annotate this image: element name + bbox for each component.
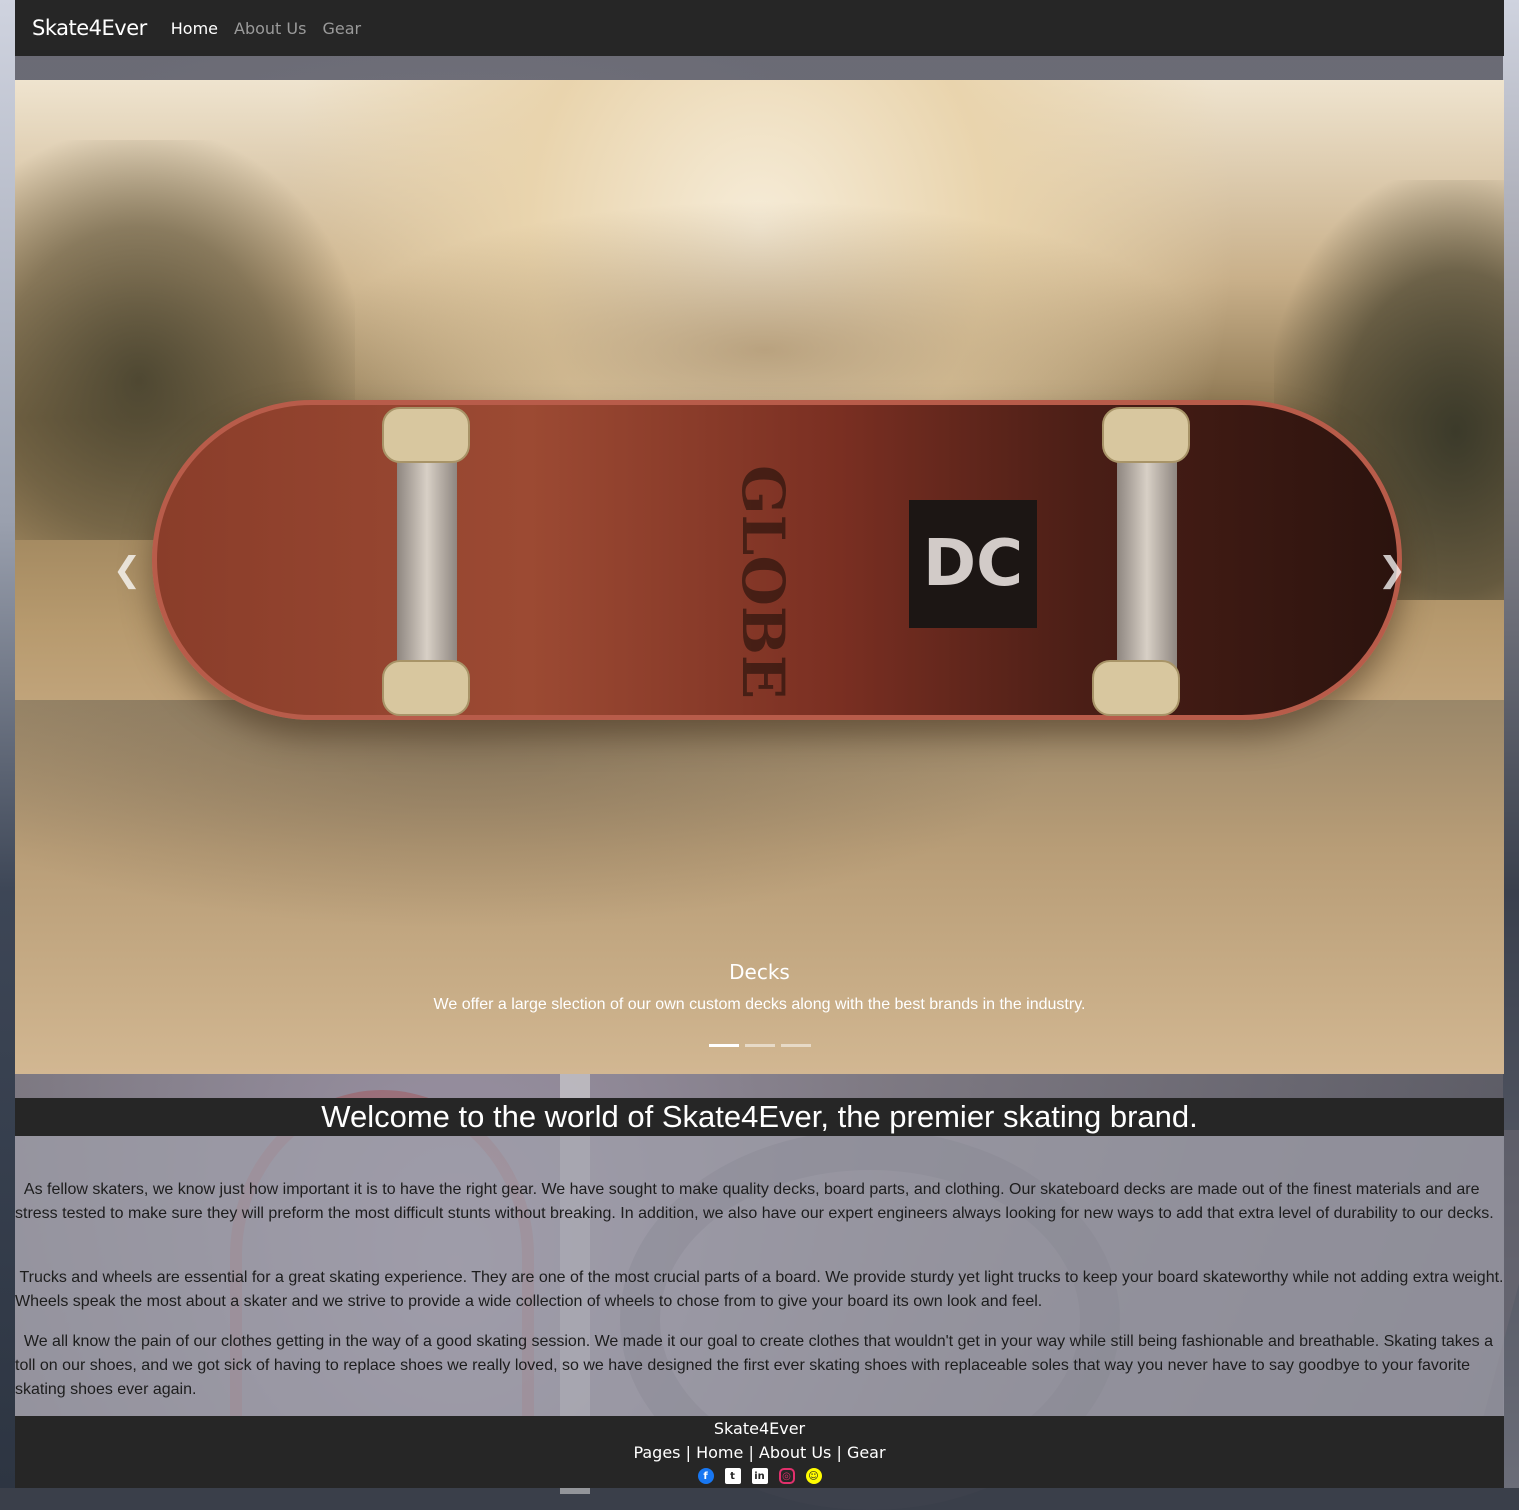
- welcome-heading: Welcome to the world of Skate4Ever, the …: [15, 1098, 1504, 1136]
- background-edge-left: [0, 0, 15, 1488]
- skateboard-wheel: [1092, 660, 1180, 716]
- skateboard-wheel: [382, 660, 470, 716]
- footer-pages-label: Pages: [633, 1443, 681, 1462]
- deck-logo-text: DC: [922, 527, 1024, 601]
- carousel-prev-button[interactable]: ❮: [107, 550, 147, 590]
- nav-link-about-us[interactable]: About Us: [234, 19, 306, 38]
- skateboard-wheel: [382, 407, 470, 463]
- footer-separator: |: [836, 1443, 842, 1462]
- deck-brand-text: GLOBE: [729, 465, 797, 700]
- chevron-left-icon: ❮: [112, 550, 142, 590]
- footer-link-about-us[interactable]: About Us: [759, 1443, 831, 1462]
- footer-links: Pages | Home | About Us | Gear: [15, 1443, 1504, 1467]
- nav-link-home[interactable]: Home: [171, 19, 218, 38]
- instagram-icon[interactable]: ◎: [778, 1468, 795, 1484]
- footer-link-home[interactable]: Home: [696, 1443, 743, 1462]
- deck-logo: DC: [909, 500, 1037, 628]
- carousel-indicator-2[interactable]: [744, 1044, 775, 1047]
- carousel-next-button[interactable]: ❯: [1372, 550, 1412, 590]
- navbar-brand[interactable]: Skate4Ever: [32, 16, 147, 40]
- footer-brand: Skate4Ever: [713, 1419, 806, 1438]
- footer-separator: |: [748, 1443, 754, 1462]
- carousel-caption-text: We offer a large slection of our own cus…: [433, 996, 1086, 1013]
- skateboard-wheel: [1102, 407, 1190, 463]
- footer-social-icons: f t in ◎ ☺: [15, 1468, 1504, 1484]
- about-content: As fellow skaters, we know just how impo…: [15, 1136, 1504, 1416]
- carousel-caption-title: Decks: [729, 960, 790, 984]
- carousel-caption: Decks We offer a large slection of our o…: [15, 960, 1504, 1014]
- footer: Skate4Ever Pages | Home | About Us | Gea…: [15, 1416, 1504, 1488]
- footer-link-gear[interactable]: Gear: [847, 1443, 886, 1462]
- navbar: Skate4Ever Home About Us Gear: [15, 0, 1504, 56]
- twitter-icon[interactable]: t: [724, 1468, 741, 1484]
- paragraph-trucks-wheels: Trucks and wheels are essential for a gr…: [15, 1269, 1504, 1310]
- carousel-bg-ground: [15, 700, 1504, 1074]
- page: Skate4Ever Home About Us Gear GLOBE DC ❮…: [15, 0, 1504, 1488]
- footer-separator: |: [685, 1443, 691, 1462]
- paragraph-decks: As fellow skaters, we know just how impo…: [15, 1181, 1494, 1222]
- paragraph-clothing: We all know the pain of our clothes gett…: [15, 1333, 1498, 1398]
- linkedin-icon[interactable]: in: [751, 1468, 768, 1484]
- facebook-icon[interactable]: f: [697, 1468, 714, 1484]
- skateboard-deck-image: GLOBE DC: [152, 400, 1402, 720]
- nav-link-gear[interactable]: Gear: [322, 19, 361, 38]
- carousel-indicator-3[interactable]: [780, 1044, 811, 1047]
- chevron-right-icon: ❯: [1377, 550, 1407, 590]
- hero-carousel: GLOBE DC ❮ ❯ Decks We offer a large slec…: [15, 80, 1504, 1074]
- carousel-indicator-1[interactable]: [708, 1044, 739, 1047]
- carousel-indicators: [15, 1044, 1504, 1047]
- snapchat-icon[interactable]: ☺: [805, 1468, 822, 1484]
